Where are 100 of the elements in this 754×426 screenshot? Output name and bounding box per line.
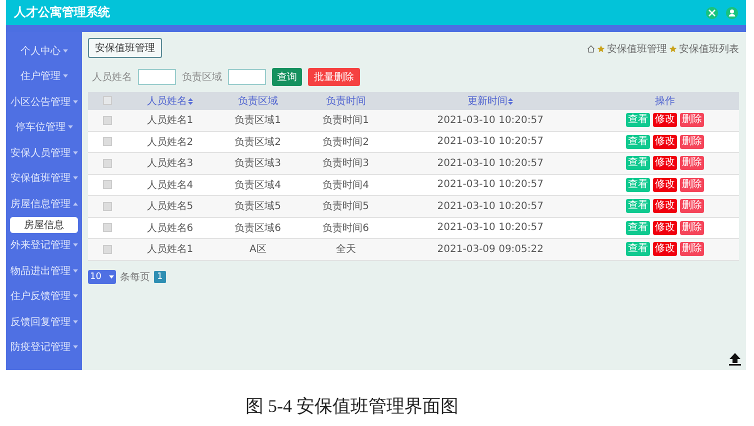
table-cell: 负责区域2 bbox=[234, 136, 282, 148]
page-size-select[interactable]: 10 bbox=[88, 270, 116, 284]
edit-button[interactable]: 修改 bbox=[653, 220, 678, 235]
edit-button[interactable]: 修改 bbox=[653, 113, 678, 128]
table-cell: 人员姓名1 bbox=[146, 244, 194, 256]
figure-caption: 图 5-4 安保值班管理界面图 bbox=[244, 395, 460, 418]
checkbox[interactable] bbox=[102, 202, 112, 211]
view-button[interactable]: 查看 bbox=[626, 156, 650, 170]
sidebar-item[interactable]: 防疫登记管理 bbox=[6, 334, 82, 360]
table-cell: 负责区域1 bbox=[234, 115, 282, 126]
edit-button[interactable]: 修改 bbox=[653, 134, 678, 149]
caret-icon bbox=[72, 176, 78, 180]
delete-button[interactable]: 删除 bbox=[680, 113, 704, 128]
caret-icon bbox=[62, 48, 68, 53]
view-button[interactable]: 查看 bbox=[626, 134, 650, 149]
query-button[interactable]: 查询 bbox=[272, 68, 302, 86]
sidebar-subitem[interactable]: 房屋信息 bbox=[10, 216, 78, 232]
star-icon bbox=[597, 45, 605, 53]
table-cell: 负责区域5 bbox=[234, 201, 282, 212]
table-cell: 负责时间3 bbox=[322, 158, 369, 170]
checkbox[interactable] bbox=[102, 96, 112, 106]
table-cell: 负责区域4 bbox=[234, 180, 282, 191]
sidebar-item[interactable]: 安保人员管理 bbox=[6, 140, 82, 166]
sidebar-item[interactable]: 房屋信息管理 bbox=[6, 191, 82, 216]
delete-button[interactable]: 删除 bbox=[680, 156, 704, 170]
table-cell: 2021-03-10 10:20:57 bbox=[437, 136, 544, 148]
view-button[interactable]: 查看 bbox=[626, 220, 650, 235]
sort-icon[interactable] bbox=[188, 98, 193, 104]
delete-button[interactable]: 删除 bbox=[680, 199, 704, 214]
caret-icon bbox=[72, 268, 78, 273]
sidebar-item[interactable]: 住户管理 bbox=[6, 64, 82, 89]
caret-icon bbox=[72, 320, 78, 324]
table-cell: A区 bbox=[249, 244, 266, 256]
sidebar-item[interactable]: 物品进出管理 bbox=[6, 258, 82, 284]
checkbox[interactable] bbox=[102, 180, 112, 190]
sidebar-item[interactable]: 住户反馈管理 bbox=[6, 284, 82, 309]
table-cell: 全天 bbox=[336, 244, 356, 256]
breadcrumb-item[interactable]: 安保值班列表 bbox=[679, 42, 739, 56]
table-cell: 负责时间1 bbox=[322, 115, 369, 126]
upload-arrow-icon[interactable] bbox=[728, 352, 742, 366]
checkbox[interactable] bbox=[102, 158, 112, 168]
edit-button[interactable]: 修改 bbox=[653, 178, 678, 192]
table-cell: 2021-03-10 10:20:57 bbox=[437, 200, 544, 212]
table-cell: 负责时间6 bbox=[322, 222, 369, 234]
user-icon[interactable] bbox=[726, 6, 738, 18]
batch-delete-button[interactable]: 批量删除 bbox=[308, 68, 360, 86]
checkbox[interactable] bbox=[102, 223, 112, 232]
table-cell: 2021-03-09 09:05:22 bbox=[437, 244, 544, 255]
field-label: 人员姓名 bbox=[92, 71, 132, 84]
table-cell: 负责区域3 bbox=[234, 158, 282, 170]
checkbox[interactable] bbox=[102, 244, 112, 254]
caret-icon bbox=[68, 125, 72, 130]
table-cell: 负责时间5 bbox=[322, 201, 369, 212]
table-cell: 2021-03-10 10:20:57 bbox=[437, 222, 544, 234]
column-header[interactable]: 操作 bbox=[655, 94, 676, 108]
table-cell: 2021-03-10 10:20:57 bbox=[437, 114, 544, 126]
sidebar-item[interactable]: 反馈回复管理 bbox=[6, 309, 82, 334]
table-cell: 人员姓名3 bbox=[146, 158, 194, 170]
sort-icon[interactable] bbox=[508, 98, 514, 104]
caret-icon bbox=[72, 345, 78, 350]
sidebar-item[interactable]: 小区公告管理 bbox=[6, 89, 82, 114]
delete-button[interactable]: 删除 bbox=[680, 178, 704, 192]
breadcrumb-item[interactable]: 安保值班管理 bbox=[607, 42, 667, 56]
home-icon[interactable] bbox=[587, 45, 595, 53]
caret-icon bbox=[72, 202, 78, 206]
sidebar-item[interactable]: 停车位管理 bbox=[6, 114, 82, 140]
table-cell: 负责区域6 bbox=[234, 222, 282, 234]
sidebar-item[interactable]: 外来登记管理 bbox=[6, 232, 82, 258]
caret-icon bbox=[72, 243, 78, 248]
delete-button[interactable]: 删除 bbox=[680, 220, 704, 235]
column-header[interactable]: 更新时间 bbox=[467, 94, 514, 108]
table-cell: 人员姓名2 bbox=[146, 136, 194, 148]
page-button[interactable]: 1 bbox=[154, 270, 166, 282]
checkbox[interactable] bbox=[102, 116, 112, 125]
app-title: 人才公寓管理系统 bbox=[14, 4, 110, 21]
delete-button[interactable]: 删除 bbox=[680, 242, 704, 256]
edit-button[interactable]: 修改 bbox=[653, 242, 678, 256]
checkbox[interactable] bbox=[102, 137, 112, 146]
edit-button[interactable]: 修改 bbox=[653, 156, 678, 170]
table-cell: 人员姓名4 bbox=[146, 180, 194, 191]
table-cell: 人员姓名5 bbox=[146, 201, 194, 212]
delete-button[interactable]: 删除 bbox=[680, 134, 704, 149]
star-icon bbox=[669, 45, 677, 53]
view-button[interactable]: 查看 bbox=[626, 178, 650, 192]
edit-button[interactable]: 修改 bbox=[653, 199, 678, 214]
table-cell: 2021-03-10 10:20:57 bbox=[437, 179, 544, 190]
input-field[interactable] bbox=[228, 69, 266, 85]
page-tab[interactable]: 安保值班管理 bbox=[88, 38, 162, 58]
field-label: 负责区域 bbox=[182, 70, 222, 84]
input-field[interactable] bbox=[138, 69, 176, 85]
view-button[interactable]: 查看 bbox=[626, 113, 650, 128]
table-cell: 负责时间4 bbox=[322, 180, 369, 191]
caret-icon bbox=[72, 100, 78, 104]
caret-icon bbox=[72, 150, 78, 155]
view-button[interactable]: 查看 bbox=[626, 199, 650, 214]
sidebar-item[interactable]: 个人中心 bbox=[6, 38, 82, 64]
sidebar-item[interactable]: 安保值班管理 bbox=[6, 166, 82, 191]
view-button[interactable]: 查看 bbox=[626, 242, 650, 256]
caret-icon bbox=[109, 274, 114, 278]
caret-icon bbox=[72, 294, 78, 298]
